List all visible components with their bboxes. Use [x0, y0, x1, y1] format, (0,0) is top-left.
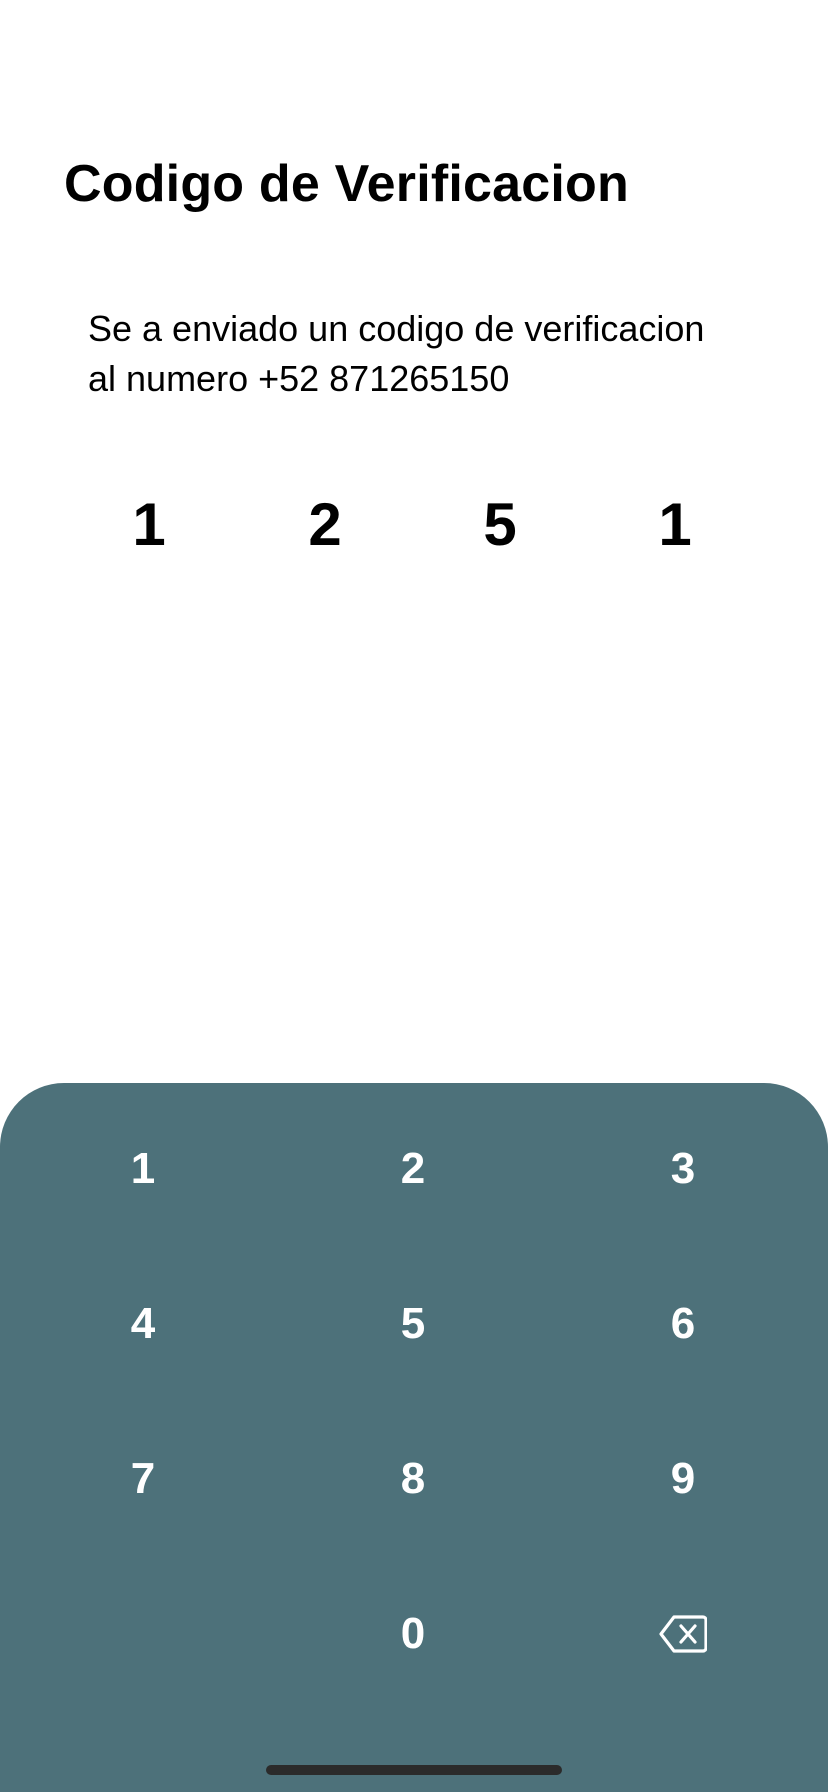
- message-line-1: Se a enviado un codigo de verificacion: [88, 308, 705, 349]
- backspace-button[interactable]: [573, 1574, 793, 1694]
- code-digit-1[interactable]: 1: [89, 480, 209, 570]
- key-1[interactable]: 1: [33, 1109, 253, 1229]
- verification-message: Se a enviado un codigo de verificacion a…: [88, 304, 788, 404]
- key-5[interactable]: 5: [303, 1264, 523, 1384]
- key-2[interactable]: 2: [303, 1109, 523, 1229]
- key-9[interactable]: 9: [573, 1419, 793, 1539]
- code-entry[interactable]: 1 2 5 1: [60, 480, 760, 570]
- key-3[interactable]: 3: [573, 1109, 793, 1229]
- key-7[interactable]: 7: [33, 1419, 253, 1539]
- key-8[interactable]: 8: [303, 1419, 523, 1539]
- key-6[interactable]: 6: [573, 1264, 793, 1384]
- key-empty: [33, 1574, 253, 1694]
- code-digit-3[interactable]: 5: [440, 480, 560, 570]
- key-4[interactable]: 4: [33, 1264, 253, 1384]
- code-digit-4[interactable]: 1: [615, 480, 735, 570]
- message-line-2: al numero +52 871265150: [88, 358, 510, 399]
- numeric-keypad: 1 2 3 4 5 6 7 8 9 0: [0, 1083, 828, 1792]
- home-indicator[interactable]: [266, 1765, 562, 1775]
- backspace-icon: [659, 1615, 707, 1653]
- code-digit-2[interactable]: 2: [265, 480, 385, 570]
- page-title: Codigo de Verificacion: [64, 155, 629, 213]
- key-0[interactable]: 0: [303, 1574, 523, 1694]
